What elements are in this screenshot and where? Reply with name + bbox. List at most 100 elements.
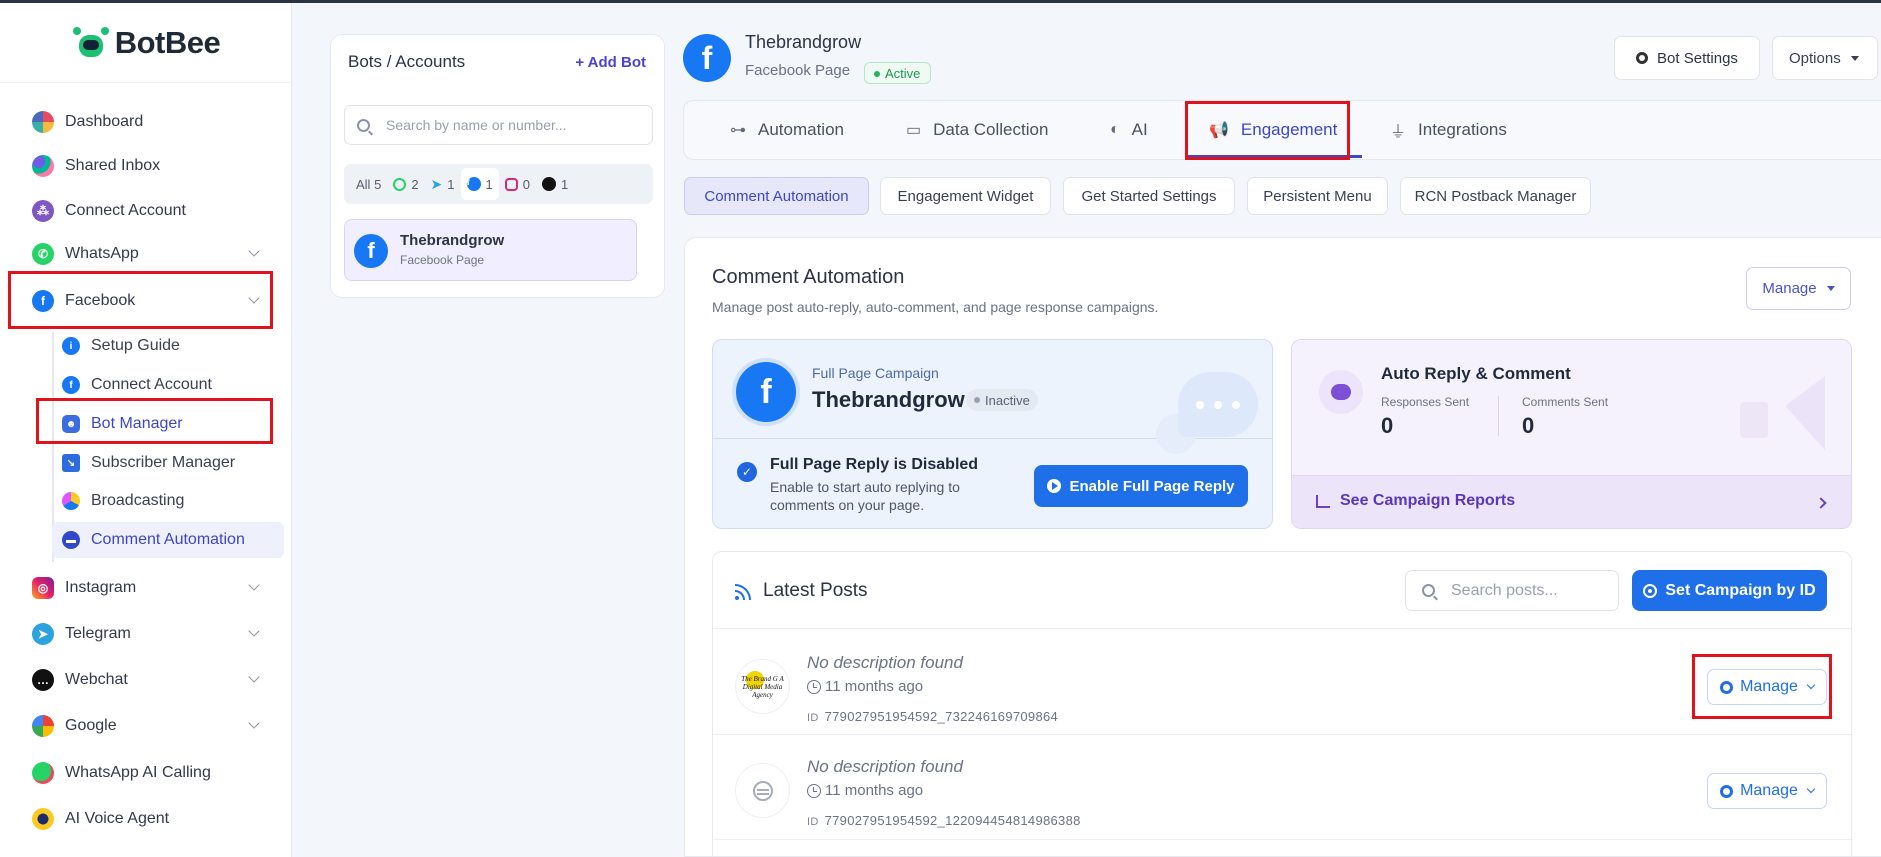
full-page-campaign-header: f Full Page Campaign Thebrandgrow Inacti… — [713, 340, 1272, 454]
sidebar-item-label: Facebook — [65, 292, 136, 309]
sidebar-item-webchat[interactable]: … Webchat — [10, 658, 272, 702]
set-campaign-by-id-button[interactable]: Set Campaign by ID — [1632, 570, 1827, 611]
manage-label: Manage — [1740, 678, 1798, 695]
latest-posts-title: Latest Posts — [763, 580, 868, 601]
chevron-right-icon — [1815, 497, 1827, 509]
tab-label: Data Collection — [933, 120, 1049, 139]
enable-full-page-reply-button[interactable]: Enable Full Page Reply — [1034, 465, 1248, 507]
subtab-rcn-postback-manager[interactable]: RCN Postback Manager — [1400, 177, 1591, 215]
latest-posts-section: Latest Posts Search posts... Set Campaig… — [712, 551, 1853, 857]
tab-label: Engagement — [1240, 120, 1338, 139]
brand[interactable]: BotBee — [0, 3, 291, 83]
id-label: ID — [807, 712, 819, 724]
sidebar-item-facebook[interactable]: f Facebook — [10, 279, 272, 323]
folder-icon: ▭ — [906, 122, 922, 139]
ai-icon: ◐ — [1110, 121, 1120, 138]
tab-integrations[interactable]: ⏚ Integrations — [1390, 101, 1507, 159]
filter-instagram[interactable]: 0 — [499, 168, 536, 200]
sidebar-sub-broadcasting[interactable]: Broadcasting — [52, 483, 284, 519]
see-campaign-reports-link[interactable]: See Campaign Reports — [1292, 475, 1851, 528]
sidebar-item-whatsapp-ai-calling[interactable]: WhatsApp AI Calling — [10, 751, 272, 795]
bot-card-thebrandgrow[interactable]: f Thebrandgrow Facebook Page — [344, 219, 637, 281]
manage-label: Manage — [1740, 782, 1798, 799]
sidebar-item-label: Webchat — [65, 671, 128, 688]
tab-ai[interactable]: ◐ AI — [1110, 101, 1148, 159]
filter-facebook[interactable]: f1 — [460, 168, 499, 200]
sidebar-item-dashboard[interactable]: Dashboard — [10, 100, 272, 144]
sidebar-sub-connect-account[interactable]: f Connect Account — [52, 367, 284, 403]
sidebar-item-telegram[interactable]: ➤ Telegram — [10, 612, 272, 656]
chat-bubble-icon — [1178, 372, 1258, 437]
main-tabs: ⊶ Automation ▭ Data Collection ◐ AI 📢 Engage… — [683, 100, 1881, 160]
bot-settings-button[interactable]: Bot Settings — [1614, 36, 1760, 80]
subtab-engagement-widget[interactable]: Engagement Widget — [880, 177, 1051, 215]
facebook-icon: f — [354, 234, 388, 268]
post-time: 11 months ago — [807, 678, 923, 695]
sidebar-sub-comment-automation[interactable]: ▬ Comment Automation — [52, 522, 284, 558]
facebook-icon: f — [736, 362, 796, 422]
post-id-value: 779027951954592_122094454814986388 — [824, 813, 1081, 828]
facebook-icon: f — [32, 290, 54, 312]
sidebar-item-instagram[interactable]: ◎ Instagram — [10, 566, 272, 610]
post-manage-button[interactable]: Manage — [1707, 669, 1827, 705]
sidebar-item-ai-voice-agent[interactable]: AI Voice Agent — [10, 797, 272, 841]
filter-count: 1 — [485, 176, 493, 192]
clock-icon — [807, 679, 821, 694]
sidebar-item-shared-inbox[interactable]: Shared Inbox — [10, 144, 272, 188]
page-title: Thebrandgrow — [745, 32, 862, 52]
add-bot-button[interactable]: + Add Bot — [575, 54, 646, 71]
bot-settings-label: Bot Settings — [1657, 49, 1738, 67]
post-search-input[interactable]: Search posts... — [1405, 570, 1619, 611]
instagram-icon — [504, 177, 518, 191]
filter-count: 2 — [411, 176, 419, 192]
auto-reply-title: Auto Reply & Comment — [1381, 364, 1571, 383]
filter-all[interactable]: All 5 — [350, 168, 387, 200]
comment-icon: ▬ — [62, 531, 80, 549]
bot-search-input[interactable]: Search by name or number... — [344, 105, 653, 145]
tab-automation[interactable]: ⊶ Automation — [730, 101, 844, 159]
subtab-comment-automation[interactable]: Comment Automation — [684, 177, 869, 215]
whatsapp-icon: ✆ — [32, 243, 54, 265]
tab-engagement[interactable]: 📢 Engagement — [1209, 101, 1337, 159]
sidebar-sub-subscriber-manager[interactable]: ↘ Subscriber Manager — [52, 445, 284, 481]
subtab-get-started-settings[interactable]: Get Started Settings — [1063, 177, 1235, 215]
section-subtitle: Manage post auto-reply, auto-comment, an… — [712, 299, 1159, 315]
post-description: No description found — [807, 757, 963, 776]
sidebar-sub-label: Broadcasting — [91, 492, 185, 509]
caret-down-icon — [1850, 55, 1859, 61]
play-icon — [1047, 479, 1062, 493]
comments-sent-value: 0 — [1522, 413, 1535, 438]
campaign-status-badge: Inactive — [966, 389, 1038, 411]
paper-plane-icon — [1745, 376, 1825, 450]
filter-webchat[interactable]: 1 — [536, 168, 574, 200]
bar-chart-icon — [1316, 495, 1330, 508]
manage-dropdown[interactable]: Manage — [1746, 267, 1851, 310]
search-icon — [1422, 584, 1435, 597]
gear-icon — [1636, 52, 1649, 64]
tab-data-collection[interactable]: ▭ Data Collection — [906, 101, 1048, 159]
webchat-icon — [541, 177, 556, 191]
sidebar-item-whatsapp[interactable]: ✆ WhatsApp — [10, 232, 272, 276]
sidebar-item-google[interactable]: Google — [10, 704, 272, 748]
divider — [713, 839, 1853, 840]
filter-telegram[interactable]: ➤ 1 — [425, 168, 461, 200]
sidebar-item-connect-account[interactable]: ⁂ Connect Account — [10, 189, 272, 233]
subtab-persistent-menu[interactable]: Persistent Menu — [1247, 177, 1388, 215]
chevron-down-icon — [248, 579, 260, 591]
sidebar-sub-setup-guide[interactable]: i Setup Guide — [52, 328, 284, 364]
post-id: ID 779027951954592_122094454814986388 — [807, 813, 1081, 828]
options-dropdown[interactable]: Options — [1772, 36, 1878, 80]
automation-icon: ⊶ — [730, 122, 746, 139]
post-row: The Brand G A Digital Media Agency No de… — [713, 629, 1853, 733]
campaign-type-label: Full Page Campaign — [812, 365, 939, 381]
sidebar-sub-bot-manager[interactable]: ☻ Bot Manager — [52, 406, 284, 442]
post-row: No description found 11 months ago ID 779… — [713, 733, 1853, 837]
bots-panel-title: Bots / Accounts — [348, 52, 466, 71]
shared-inbox-icon — [32, 155, 54, 177]
filter-whatsapp[interactable]: 2 — [387, 168, 424, 200]
post-manage-button[interactable]: Manage — [1707, 773, 1827, 809]
sidebar-item-label: AI Voice Agent — [65, 810, 170, 827]
post-id-value: 779027951954592_732246169709864 — [824, 709, 1059, 724]
chat-icon — [1319, 370, 1363, 414]
chevron-down-icon — [1806, 784, 1816, 794]
